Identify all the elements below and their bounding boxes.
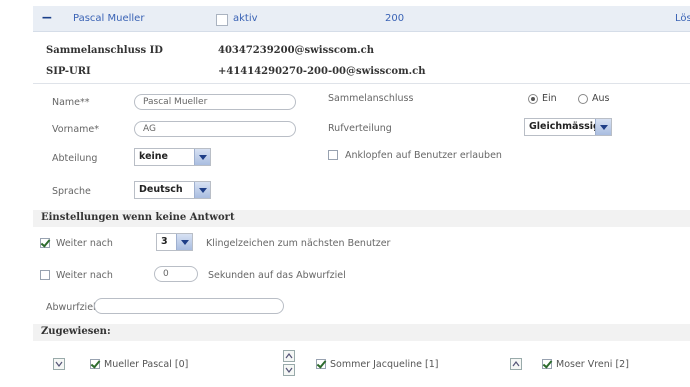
department-select[interactable]: keine — [134, 148, 211, 166]
language-select[interactable]: Deutsch — [134, 181, 211, 199]
sip-uri-label: SIP-URI — [46, 66, 91, 77]
chevron-down-icon[interactable] — [194, 149, 210, 165]
name-label: Name** — [52, 97, 90, 108]
forward1-value: 3 — [161, 236, 168, 247]
hunt-group-id-value: 40347239200@swisscom.ch — [218, 45, 375, 56]
active-checkbox[interactable] — [216, 14, 228, 26]
firstname-label: Vorname* — [52, 124, 100, 135]
forward2-input[interactable]: 0 — [154, 266, 198, 282]
hunt-group-id-label: Sammelanschluss ID — [46, 45, 163, 56]
member-name: Sommer Jacqueline [1] — [330, 359, 439, 370]
assigned-section-title: Zugewiesen: — [41, 326, 111, 337]
move-up-icon[interactable] — [510, 358, 522, 370]
language-label: Sprache — [52, 186, 91, 197]
radio-off[interactable] — [578, 94, 588, 104]
assigned-section-header: Zugewiesen: — [33, 324, 690, 341]
chevron-down-icon[interactable] — [194, 182, 210, 198]
knock-checkbox[interactable] — [328, 150, 338, 160]
member-name: Moser Vreni [2] — [556, 359, 629, 370]
member-checkbox[interactable] — [542, 359, 552, 369]
forward2-checkbox[interactable] — [40, 270, 50, 280]
user-header-bar: − Pascal Mueller aktiv 200 Lös — [33, 6, 690, 32]
target-input[interactable] — [94, 298, 284, 314]
target-label: Abwurfziel — [46, 302, 96, 313]
name-input[interactable]: Pascal Mueller — [134, 94, 296, 110]
chevron-down-icon[interactable] — [176, 234, 192, 250]
language-value: Deutsch — [139, 184, 183, 195]
forward1-label: Weiter nach — [56, 238, 113, 249]
radio-on-label: Ein — [542, 93, 557, 104]
member-name: Mueller Pascal [0] — [104, 359, 189, 370]
forward1-select[interactable]: 3 — [156, 233, 193, 251]
department-label: Abteilung — [52, 153, 98, 164]
member-checkbox[interactable] — [90, 359, 100, 369]
member-checkbox[interactable] — [316, 359, 326, 369]
department-value: keine — [139, 151, 168, 162]
move-down-icon[interactable] — [53, 358, 65, 370]
forward1-suffix: Klingelzeichen zum nächsten Benutzer — [206, 238, 391, 249]
hunt-group-label: Sammelanschluss — [328, 93, 414, 104]
delete-link[interactable]: Lös — [675, 13, 690, 24]
move-up-icon[interactable] — [283, 350, 295, 362]
radio-off-label: Aus — [592, 93, 610, 104]
sip-uri-value: +41414290270-200-00@swisscom.ch — [218, 66, 426, 77]
divider — [33, 83, 690, 84]
distribution-value: Gleichmässig — [529, 121, 600, 132]
knock-label: Anklopfen auf Benutzer erlauben — [345, 150, 502, 161]
no-answer-section-header: Einstellungen wenn keine Antwort — [33, 210, 690, 227]
header-number: 200 — [385, 13, 405, 24]
no-answer-section-title: Einstellungen wenn keine Antwort — [41, 212, 235, 223]
move-down-icon[interactable] — [283, 364, 295, 376]
collapse-icon[interactable]: − — [41, 11, 53, 25]
distribution-label: Rufverteilung — [328, 123, 392, 134]
firstname-input[interactable]: AG — [134, 121, 296, 137]
forward2-suffix: Sekunden auf das Abwurfziel — [208, 270, 346, 281]
active-label: aktiv — [233, 13, 258, 24]
forward1-checkbox[interactable] — [40, 238, 50, 248]
chevron-down-icon[interactable] — [595, 119, 611, 135]
header-user-name[interactable]: Pascal Mueller — [73, 13, 144, 24]
distribution-select[interactable]: Gleichmässig — [524, 118, 612, 136]
radio-on[interactable] — [528, 94, 538, 104]
forward2-label: Weiter nach — [56, 270, 113, 281]
